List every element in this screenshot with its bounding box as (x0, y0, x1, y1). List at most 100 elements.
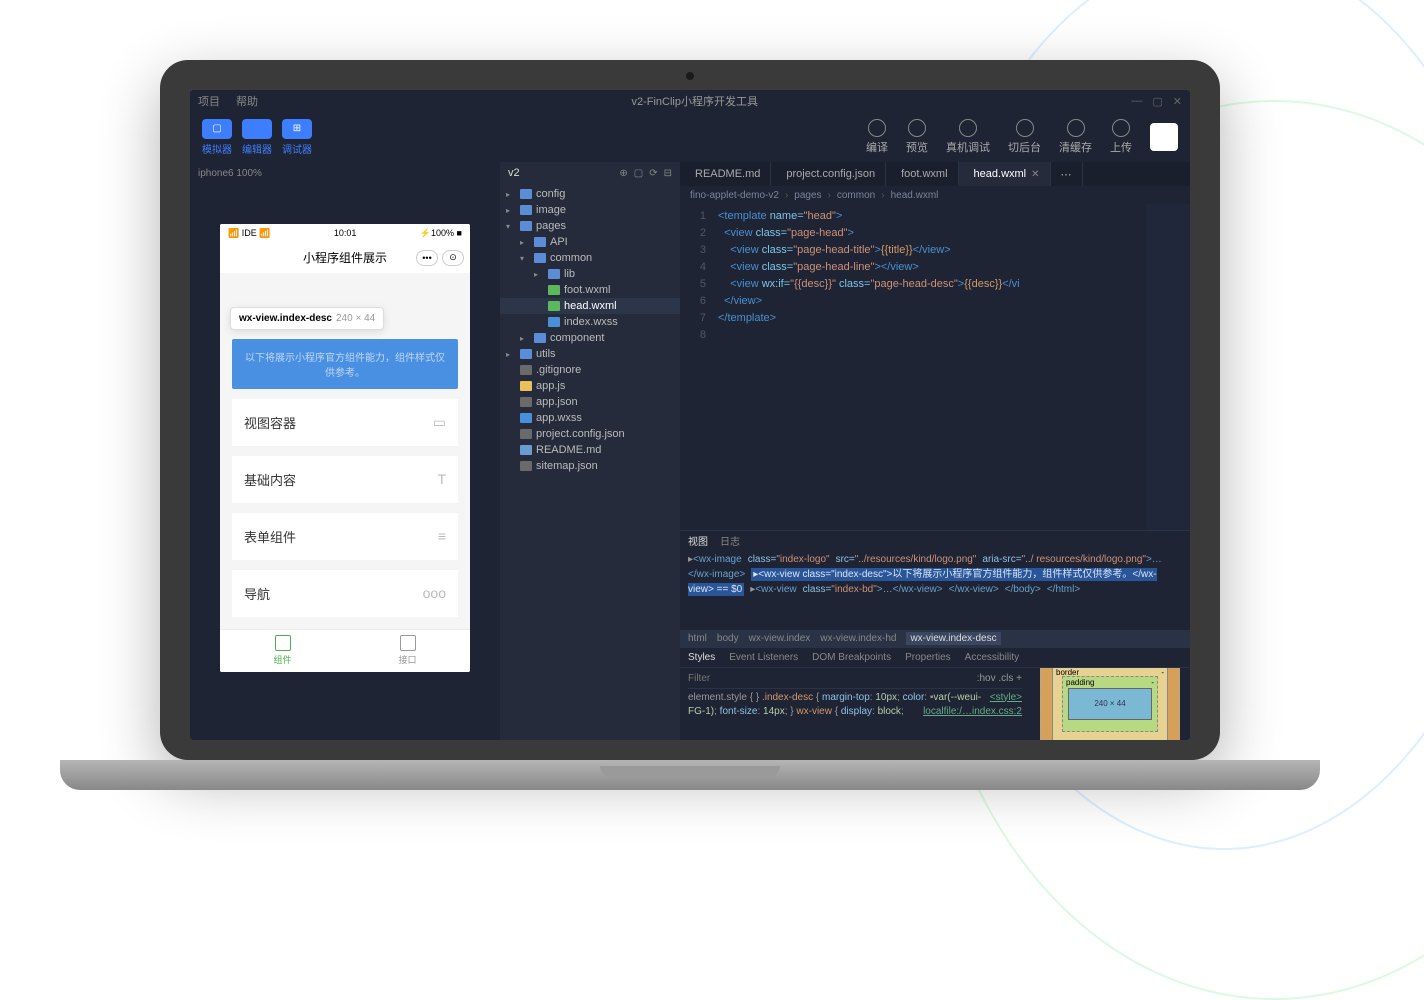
crumb-item[interactable]: body (717, 633, 739, 644)
tree-item[interactable]: ▸API (500, 234, 680, 250)
tree-item[interactable]: sitemap.json (500, 458, 680, 474)
toolbar-action-0[interactable]: 编译 (866, 119, 888, 155)
file-md-icon (520, 445, 532, 455)
file-wxss-icon (548, 317, 560, 327)
styles-tab[interactable]: Accessibility (965, 652, 1019, 663)
toolbar-action-3[interactable]: 切后台 (1008, 119, 1041, 155)
tree-item[interactable]: ▾common (500, 250, 680, 266)
toolbar-tab-0[interactable]: ▢模拟器 (202, 119, 232, 156)
crumb-item[interactable]: wx-view.index-hd (820, 633, 896, 644)
list-icon: ≡ (438, 528, 446, 544)
close-tab-icon[interactable]: ✕ (1031, 169, 1039, 180)
styles-pane[interactable]: :hov .cls + element.style { } .index-des… (680, 668, 1030, 741)
folder-icon (534, 237, 546, 247)
file-json-icon (520, 429, 532, 439)
tree-item[interactable]: ▸utils (500, 346, 680, 362)
tree-item[interactable]: foot.wxml (500, 282, 680, 298)
tree-item[interactable]: project.config.json (500, 426, 680, 442)
tree-item[interactable]: ▾pages (500, 218, 680, 234)
list-icon: ooo (423, 585, 446, 601)
devtools-tab-elements[interactable]: 视图 (688, 533, 708, 548)
toolbar-tab-2[interactable]: ⊞调试器 (282, 119, 312, 156)
menu-help[interactable]: 帮助 (236, 93, 258, 109)
file-tree-panel: v2 ⊕ ▢ ⟳ ⊟ ▸config▸image▾pages▸API▾commo… (500, 162, 680, 740)
menubar: 项目 帮助 v2-FinClip小程序开发工具 — ▢ ✕ (190, 90, 1190, 112)
capsule-close-icon[interactable]: ⊙ (442, 250, 464, 266)
tree-item[interactable]: ▸lib (500, 266, 680, 282)
file-json-icon (520, 461, 532, 471)
maximize-icon[interactable]: ▢ (1152, 95, 1162, 108)
file-wxss-icon (520, 413, 532, 423)
styles-filter-input[interactable] (688, 672, 977, 686)
devtools-tab-console[interactable]: 日志 (720, 533, 740, 548)
tabbar-item-1[interactable]: 接口 (345, 630, 470, 672)
phone-preview: 📶 IDE 📶 10:01 ⚡100% ■ 小程序组件展示 ••• ⊙ (220, 224, 470, 672)
line-gutter: 12345678 (680, 204, 714, 530)
crumb-item[interactable]: wx-view.index (749, 633, 811, 644)
tree-item[interactable]: app.js (500, 378, 680, 394)
editor-tab[interactable]: project.config.json (771, 162, 886, 186)
tree-item[interactable]: app.wxss (500, 410, 680, 426)
simulator-device-label: iphone6 100% (190, 162, 500, 184)
folder-icon (520, 349, 532, 359)
new-file-icon[interactable]: ⊕ (619, 168, 627, 179)
toolbar-action-4[interactable]: 清缓存 (1059, 119, 1092, 155)
list-item[interactable]: 视图容器▭ (232, 399, 458, 446)
collapse-icon[interactable]: ⊟ (664, 168, 672, 179)
folder-icon (548, 269, 560, 279)
styles-filter-tools[interactable]: :hov .cls + (977, 672, 1022, 686)
editor-tab[interactable]: head.wxml✕ (959, 162, 1051, 186)
capsule-menu-icon[interactable]: ••• (416, 250, 438, 266)
inspected-element[interactable]: 以下将展示小程序官方组件能力，组件样式仅供参考。 (232, 339, 458, 389)
dom-breadcrumb[interactable]: html body wx-view.index wx-view.index-hd wx-… (680, 630, 1190, 648)
inspect-tooltip: wx-view.index-desc240 × 44 (230, 307, 384, 330)
status-signal: 📶 IDE 📶 (228, 228, 270, 239)
breadcrumb: fino-applet-demo-v2 › pages › common › h… (680, 186, 1190, 204)
new-folder-icon[interactable]: ▢ (634, 168, 643, 179)
toolbar-action-5[interactable]: 上传 (1110, 119, 1132, 155)
tree-item[interactable]: ▸image (500, 202, 680, 218)
window-title: v2-FinClip小程序开发工具 (631, 93, 758, 109)
styles-tab[interactable]: Event Listeners (729, 652, 798, 663)
toolbar-action-1[interactable]: 预览 (906, 119, 928, 155)
styles-tab[interactable]: Properties (905, 652, 951, 663)
minimap[interactable] (1146, 204, 1190, 530)
tree-item[interactable]: head.wxml (500, 298, 680, 314)
tree-item[interactable]: ▸config (500, 186, 680, 202)
tree-item[interactable]: README.md (500, 442, 680, 458)
refresh-icon[interactable]: ⟳ (649, 168, 657, 179)
more-tabs-icon[interactable]: ⋯ (1051, 162, 1083, 186)
tree-item[interactable]: app.json (500, 394, 680, 410)
list-icon: T (437, 471, 446, 487)
editor-tab[interactable]: foot.wxml (886, 162, 958, 186)
list-item[interactable]: 导航ooo (232, 570, 458, 617)
project-root[interactable]: v2 (508, 167, 520, 179)
menu-project[interactable]: 项目 (198, 93, 220, 109)
tabbar-item-0[interactable]: 组件 (220, 630, 345, 672)
tree-item[interactable]: .gitignore (500, 362, 680, 378)
avatar[interactable] (1150, 123, 1178, 151)
folder-icon (534, 333, 546, 343)
editor-tab[interactable]: README.md (680, 162, 771, 186)
styles-tab[interactable]: Styles (688, 652, 715, 663)
toolbar-action-2[interactable]: 真机调试 (946, 119, 990, 155)
dom-tree[interactable]: ▸<wx-image class="index-logo" src="../re… (680, 549, 1190, 630)
crumb-item[interactable]: html (688, 633, 707, 644)
laptop-base (60, 760, 1320, 790)
tree-item[interactable]: ▸component (500, 330, 680, 346)
list-icon: ▭ (433, 414, 446, 431)
close-icon[interactable]: ✕ (1173, 95, 1182, 108)
file-wxml-icon (548, 285, 560, 295)
simulator-panel: iphone6 100% 📶 IDE 📶 10:01 ⚡100% ■ 小程序组件… (190, 162, 500, 740)
devtools: 视图 日志 ▸<wx-image class="index-logo" src=… (680, 530, 1190, 740)
tree-item[interactable]: index.wxss (500, 314, 680, 330)
list-item[interactable]: 表单组件≡ (232, 513, 458, 560)
folder-icon (520, 221, 532, 231)
styles-tab[interactable]: DOM Breakpoints (812, 652, 891, 663)
toolbar-tab-1[interactable]: 编辑器 (242, 119, 272, 156)
minimize-icon[interactable]: — (1131, 95, 1142, 108)
list-item[interactable]: 基础内容T (232, 456, 458, 503)
code-editor[interactable]: <template name="head"> <view class="page… (714, 204, 1146, 530)
crumb-item[interactable]: wx-view.index-desc (906, 632, 1000, 645)
folder-icon (520, 205, 532, 215)
